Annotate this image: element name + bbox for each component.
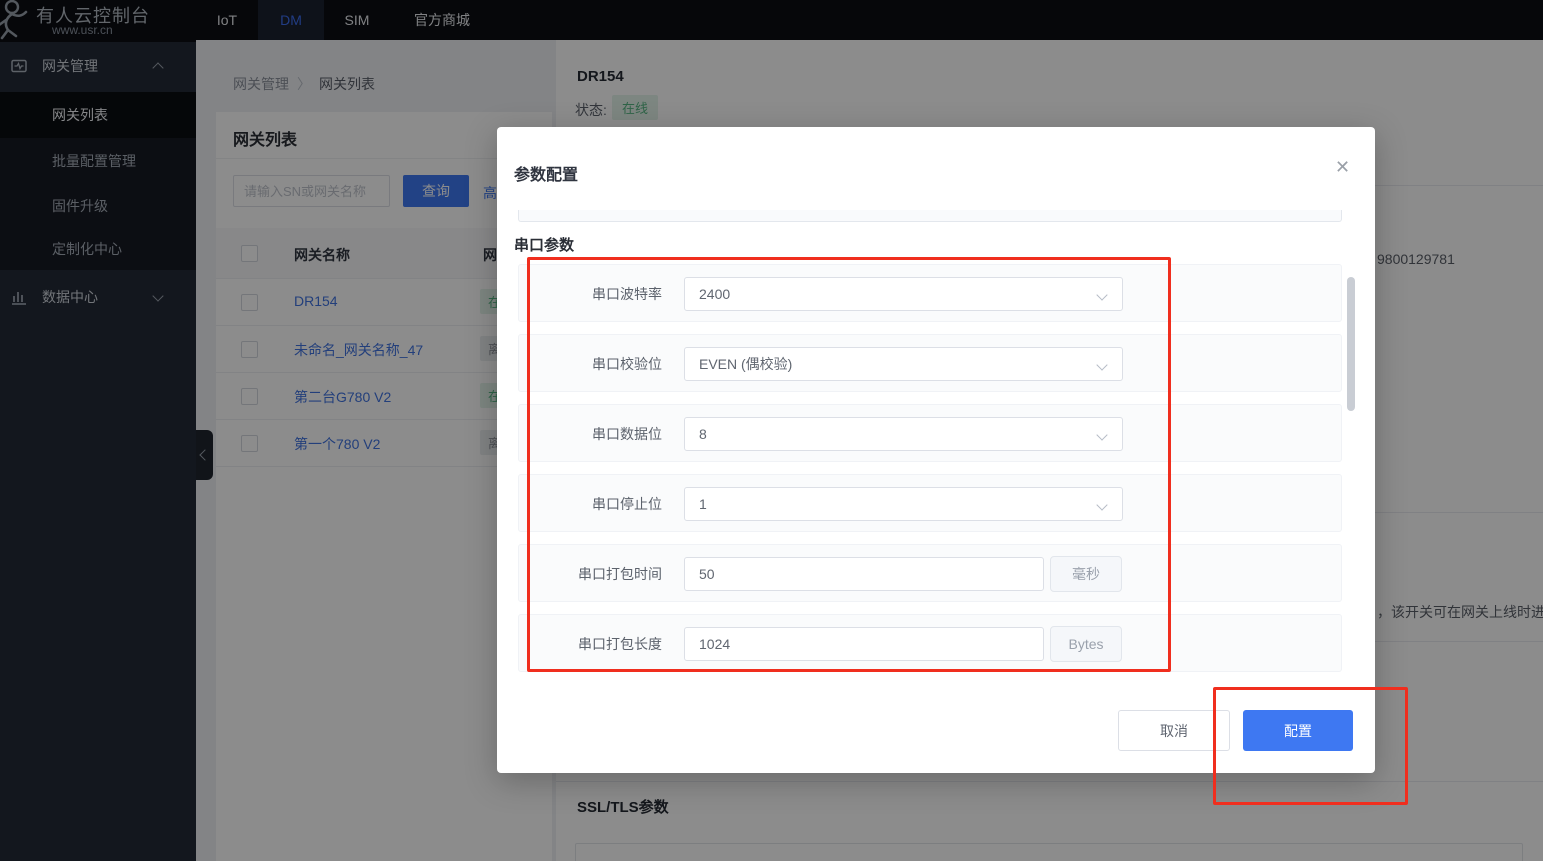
app-root: IoT DM SIM 官方商城 有人云控制台 www.usr.cn 网关管理 网… (0, 0, 1543, 861)
modal-title: 参数配置 (514, 161, 578, 185)
annotation-highlight-confirm (1213, 687, 1408, 805)
serial-section-title: 串口参数 (514, 234, 574, 255)
close-icon[interactable]: ✕ (1335, 158, 1350, 176)
scrolled-field-remnant (518, 210, 1342, 222)
annotation-highlight-fields (527, 257, 1171, 672)
modal-scrollbar-thumb[interactable] (1347, 277, 1355, 411)
